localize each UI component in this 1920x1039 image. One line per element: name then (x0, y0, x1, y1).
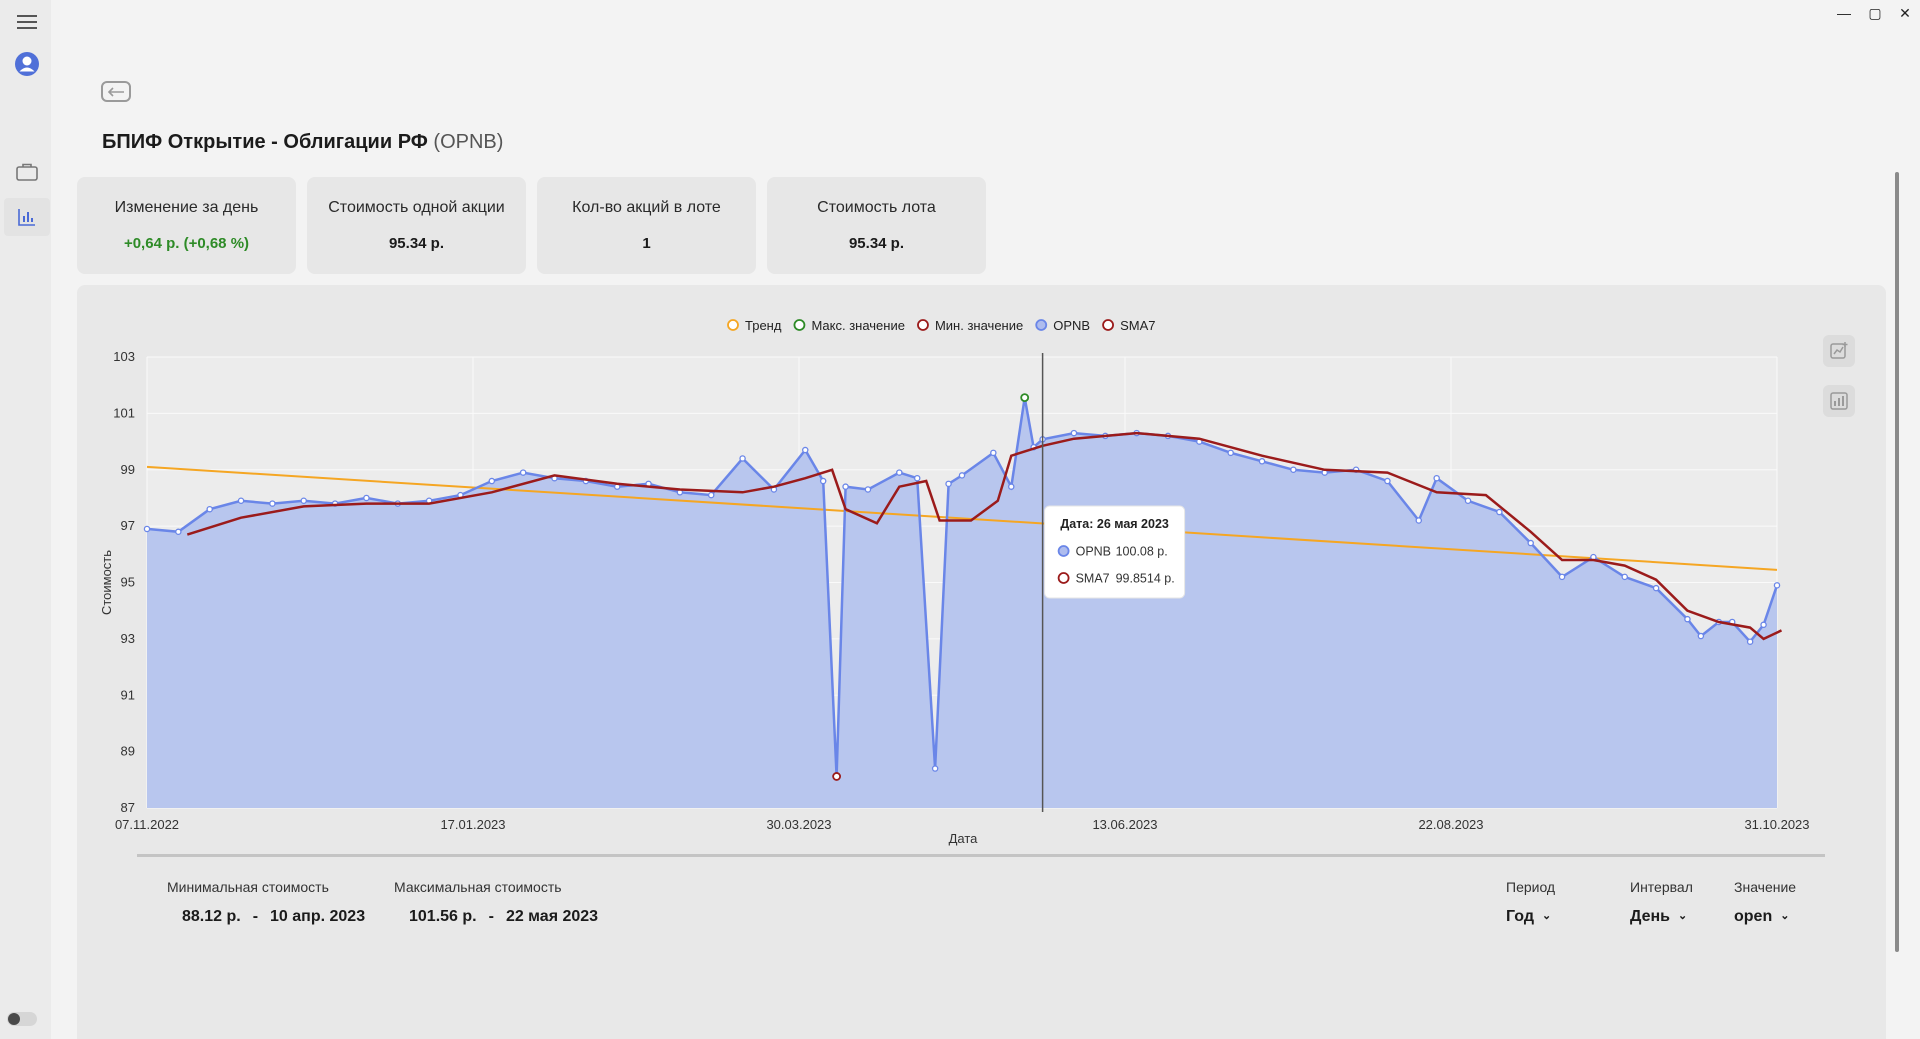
interval-dropdown[interactable]: День ⌄ (1630, 908, 1687, 926)
card-label: Стоимость лота (817, 199, 936, 216)
chart-icon[interactable] (4, 198, 50, 236)
period-dropdown[interactable]: Год ⌄ (1506, 908, 1551, 926)
stat-card-lot-size: Кол-во акций в лоте 1 (537, 177, 756, 274)
user-icon[interactable] (4, 45, 50, 83)
chevron-down-icon: ⌄ (1678, 910, 1688, 922)
interval-label: Интервал (1630, 879, 1693, 895)
stat-card-day-change: Изменение за день +0,64 р. (+0,68 %) (77, 177, 296, 274)
max-price-label: Максимальная стоимость (394, 879, 562, 895)
ticker-text: (OPNB) (433, 131, 504, 153)
minimize-button[interactable]: — (1830, 2, 1858, 24)
chart-type-button[interactable] (1823, 385, 1855, 417)
close-button[interactable]: ✕ (1891, 2, 1919, 24)
card-value: 95.34 р. (388, 235, 445, 252)
min-price-label: Минимальная стоимость (167, 879, 329, 895)
max-date: 22 мая 2023 (505, 908, 599, 925)
interval-value: День (1630, 908, 1670, 925)
card-value: +0,64 р. (+0,68 %) (123, 235, 250, 252)
value-label: Значение (1734, 879, 1797, 895)
chevron-down-icon: ⌄ (1542, 910, 1552, 922)
card-label: Стоимость одной акции (328, 199, 505, 216)
value-value: open (1734, 908, 1773, 925)
card-label: Изменение за день (114, 199, 259, 216)
value-dropdown[interactable]: open ⌄ (1734, 908, 1789, 926)
scrollbar[interactable] (1895, 172, 1899, 952)
arrow-left-icon (107, 86, 124, 97)
card-label: Кол-во акций в лоте (572, 199, 721, 216)
separator: - (488, 908, 494, 925)
page-title: БПИФ Открытие - Облигации РФ (OPNB) (102, 131, 503, 154)
toggle-knob (8, 1013, 20, 1025)
chart-settings-button[interactable] (1823, 335, 1855, 367)
stat-card-lot-price: Стоимость лота 95.34 р. (767, 177, 986, 274)
chevron-down-icon: ⌄ (1780, 910, 1790, 922)
period-label: Период (1506, 879, 1556, 895)
card-value: 95.34 р. (848, 235, 905, 252)
max-price-value: 101.56 р. -22 мая 2023 (409, 908, 598, 926)
max-value: 101.56 р. (409, 908, 477, 925)
chart-bars-icon (1830, 392, 1848, 410)
chart-add-icon (1830, 342, 1848, 359)
period-value: Год (1506, 908, 1534, 925)
title-text: БПИФ Открытие - Облигации РФ (102, 131, 428, 153)
min-date: 10 апр. 2023 (270, 908, 366, 925)
menu-icon[interactable] (4, 3, 50, 41)
sidebar (0, 0, 51, 1039)
stat-card-share-price: Стоимость одной акции 95.34 р. (307, 177, 526, 274)
briefcase-icon[interactable] (4, 153, 50, 191)
maximize-button[interactable]: ▢ (1861, 2, 1889, 24)
min-value: 88.12 р. (182, 908, 241, 925)
min-price-value: 88.12 р. -10 апр. 2023 (182, 908, 365, 926)
card-value: 1 (642, 235, 651, 252)
back-button[interactable] (101, 81, 131, 102)
separator: - (252, 908, 259, 925)
theme-toggle[interactable] (7, 1012, 37, 1026)
